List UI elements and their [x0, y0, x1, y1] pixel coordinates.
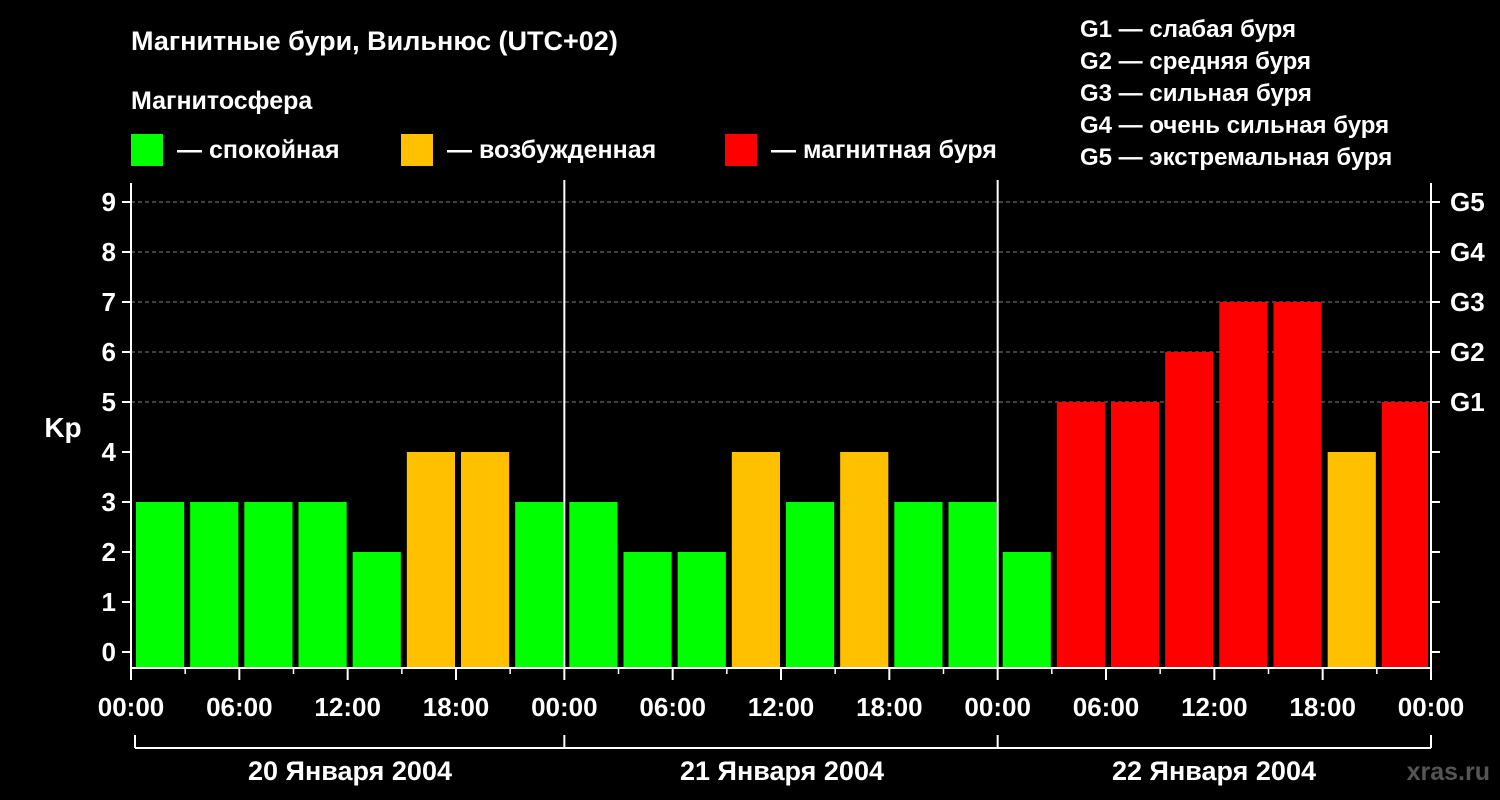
- bar: [1056, 402, 1105, 668]
- legend-swatch-active: [401, 134, 433, 166]
- x-tick-label: 06:00: [639, 692, 706, 722]
- g-scale-label: G3: [1450, 287, 1485, 317]
- bar: [840, 452, 889, 668]
- chart-title: Магнитные бури, Вильнюс (UTC+02): [131, 26, 618, 56]
- x-tick-label: 00:00: [531, 692, 598, 722]
- legend-label-quiet: — спокойная: [177, 136, 340, 164]
- date-label-2: 21 Января 2004: [680, 756, 884, 786]
- x-tick-label: 12:00: [1181, 692, 1248, 722]
- bar: [1219, 302, 1268, 668]
- storm-scale-g4: G4 — очень сильная буря: [1080, 112, 1389, 139]
- bar: [461, 452, 510, 668]
- bar: [948, 502, 997, 668]
- legend-label-active: — возбужденная: [447, 136, 656, 164]
- g-scale-label: G1: [1450, 387, 1485, 417]
- plot-area: 0 1 2 3 4 5 6 7 8 9 G1 G2 G3 G4 G5 00:00 06:00 12:00 18:00…: [98, 180, 1485, 749]
- legend-swatch-storm: [725, 134, 757, 166]
- bar: [244, 502, 293, 668]
- bar: [1381, 402, 1428, 668]
- storm-scale-g5: G5 — экстремальная буря: [1080, 144, 1392, 171]
- x-tick-label: 18:00: [1289, 692, 1356, 722]
- bar: [569, 502, 618, 668]
- x-tick-label: 00:00: [1398, 692, 1465, 722]
- bar: [623, 552, 672, 668]
- y-tick-label: 5: [102, 387, 116, 417]
- y-tick-label: 2: [102, 537, 116, 567]
- y-tick-label: 7: [102, 287, 116, 317]
- y-tick-label: 6: [102, 337, 116, 367]
- storm-scale-g3: G3 — сильная буря: [1080, 80, 1312, 107]
- date-label-1: 20 Января 2004: [248, 756, 452, 786]
- bar: [298, 502, 347, 668]
- bar: [786, 502, 835, 668]
- bar: [894, 502, 943, 668]
- legend-label-storm: — магнитная буря: [771, 136, 997, 164]
- bar: [190, 502, 239, 668]
- chart: Магнитные бури, Вильнюс (UTC+02) Магнито…: [44, 16, 1490, 786]
- legend-swatch-quiet: [131, 134, 163, 166]
- bar: [731, 452, 780, 668]
- bar: [1273, 302, 1322, 668]
- x-tick-label: 00:00: [98, 692, 165, 722]
- y-tick-label: 4: [102, 437, 117, 467]
- bar: [1327, 452, 1376, 668]
- x-tick-label: 18:00: [856, 692, 923, 722]
- y-tick-label: 3: [102, 487, 116, 517]
- date-label-3: 22 Января 2004: [1112, 756, 1316, 786]
- storm-scale-g2: G2 — средняя буря: [1080, 48, 1311, 75]
- x-tick-label: 18:00: [423, 692, 490, 722]
- x-tick-label: 12:00: [314, 692, 381, 722]
- bar: [515, 502, 564, 668]
- bar: [1165, 352, 1214, 668]
- bar: [677, 552, 726, 668]
- y-tick-label: 9: [102, 187, 116, 217]
- g-scale-label: G5: [1450, 187, 1485, 217]
- storm-scale-g1: G1 — слабая буря: [1080, 16, 1296, 43]
- chart-subtitle: Магнитосфера: [131, 87, 313, 115]
- bar: [406, 452, 455, 668]
- y-tick-label: 8: [102, 237, 116, 267]
- g-scale-label: G4: [1450, 237, 1485, 267]
- y-tick-label: 1: [102, 587, 116, 617]
- bar: [1111, 402, 1160, 668]
- watermark: xras.ru: [1407, 758, 1490, 786]
- g-scale-label: G2: [1450, 337, 1485, 367]
- x-tick-label: 12:00: [748, 692, 815, 722]
- bar: [352, 552, 401, 668]
- bar: [136, 502, 185, 668]
- x-tick-label: 06:00: [206, 692, 273, 722]
- y-tick-label: 0: [102, 637, 116, 667]
- x-tick-label: 06:00: [1073, 692, 1140, 722]
- x-tick-label: 00:00: [964, 692, 1031, 722]
- y-axis-label: Kp: [44, 412, 81, 443]
- bar: [1002, 552, 1051, 668]
